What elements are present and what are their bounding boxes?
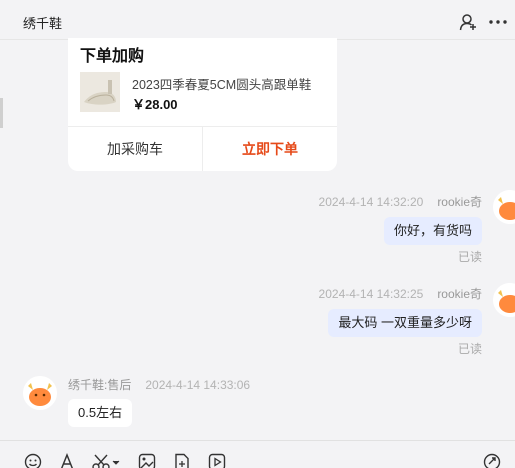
chat-title: 绣千鞋 (23, 16, 63, 31)
message-timestamp: 2024-4-14 14:32:20 (318, 195, 424, 209)
image-icon[interactable] (138, 453, 156, 468)
sender-name: rookie奇 (437, 195, 482, 209)
chat-header: 绣千鞋 (0, 0, 515, 40)
message-bubble[interactable]: 0.5左右 (68, 399, 133, 427)
history-icon[interactable] (483, 453, 501, 468)
message-timestamp: 2024-4-14 14:32:25 (318, 287, 424, 301)
input-toolbar (0, 440, 515, 468)
font-icon[interactable] (59, 453, 75, 468)
user-avatar[interactable] (493, 190, 515, 224)
message-timestamp: 2024-4-14 14:33:06 (145, 378, 251, 392)
message-meta: 2024-4-14 14:32:25 rookie奇 (319, 285, 482, 302)
card-actions: 加采购车 立即下单 (68, 126, 337, 171)
file-icon[interactable] (173, 453, 191, 468)
add-to-cart-button[interactable]: 加采购车 (68, 127, 203, 171)
video-icon[interactable] (208, 453, 226, 468)
shop-avatar[interactable] (23, 376, 57, 410)
read-status: 已读 (457, 342, 482, 356)
product-name[interactable]: 2023四季春夏5CM圆头高跟单鞋 (132, 74, 327, 93)
product-card: 下单加购 2023四季春夏5CM圆头高跟单鞋 ￥28.00 加采购车 立即下单 (68, 38, 337, 171)
user-avatar[interactable] (493, 283, 515, 317)
scroll-edge (0, 98, 3, 128)
emoji-icon[interactable] (24, 453, 42, 468)
sender-name: rookie奇 (437, 287, 482, 301)
add-contact-icon[interactable] (459, 13, 477, 31)
order-now-button[interactable]: 立即下单 (203, 127, 337, 171)
scissors-icon[interactable] (92, 453, 120, 468)
product-price: ￥28.00 (132, 97, 178, 112)
card-title: 下单加购 (80, 48, 145, 65)
message-bubble[interactable]: 最大码 一双重量多少呀 (328, 309, 482, 337)
more-icon[interactable] (489, 20, 507, 24)
read-status: 已读 (457, 250, 482, 264)
sender-name: 绣千鞋:售后 (68, 378, 132, 392)
message-meta: 2024-4-14 14:32:20 rookie奇 (319, 193, 482, 210)
product-thumbnail[interactable] (80, 72, 120, 112)
message-meta: 绣千鞋:售后 2024-4-14 14:33:06 (68, 376, 250, 393)
message-bubble[interactable]: 你好，有货吗 (383, 217, 482, 245)
